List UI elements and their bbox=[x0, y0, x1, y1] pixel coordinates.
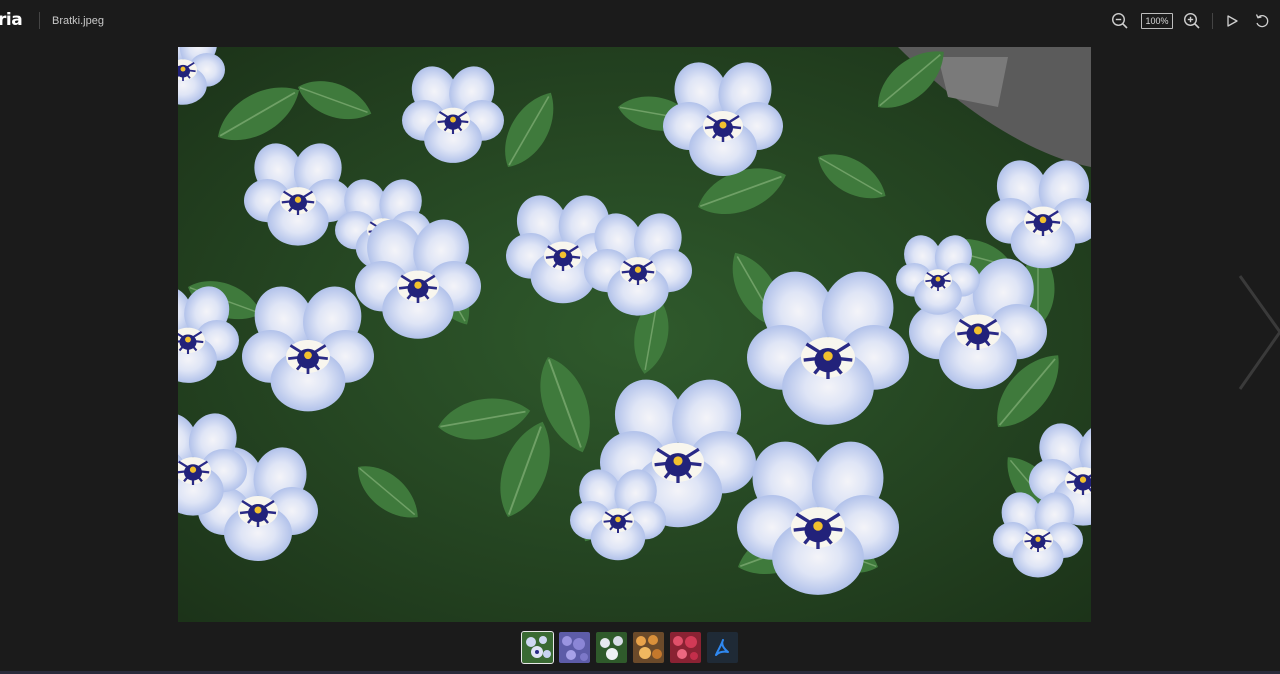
chevron-right-icon bbox=[1238, 275, 1280, 390]
thumbnail-1[interactable] bbox=[521, 631, 554, 664]
top-bar: ria Bratki.jpeg 100% bbox=[0, 0, 1280, 42]
thumbnail-white-flowers-image bbox=[596, 632, 627, 663]
thumbnail-2[interactable] bbox=[559, 632, 590, 663]
zoom-in-icon bbox=[1183, 12, 1200, 29]
play-icon bbox=[1227, 15, 1238, 27]
thumbnail-pansy-image bbox=[522, 632, 553, 663]
next-image-button[interactable] bbox=[1230, 270, 1280, 395]
thumbnail-pdf[interactable] bbox=[707, 632, 738, 663]
pdf-icon bbox=[714, 638, 729, 656]
app-logo[interactable]: ria bbox=[0, 10, 23, 30]
main-photo bbox=[178, 47, 1091, 622]
rotate-button[interactable] bbox=[1251, 10, 1273, 32]
thumbnail-purple-flowers-image bbox=[559, 632, 590, 663]
thumbnail-orange-flowers-image bbox=[633, 632, 664, 663]
thumbnail-5[interactable] bbox=[670, 632, 701, 663]
pansy-photo-image bbox=[178, 47, 1091, 622]
zoom-out-icon bbox=[1111, 12, 1128, 29]
zoom-in-button[interactable] bbox=[1181, 10, 1203, 32]
zoom-level[interactable]: 100% bbox=[1141, 13, 1173, 29]
slideshow-button[interactable] bbox=[1221, 10, 1243, 32]
thumbnail-3[interactable] bbox=[596, 632, 627, 663]
divider bbox=[39, 12, 40, 29]
toolbar-divider bbox=[1212, 13, 1213, 29]
thumbnail-red-flowers-image bbox=[670, 632, 701, 663]
zoom-out-button[interactable] bbox=[1109, 10, 1131, 32]
file-name: Bratki.jpeg bbox=[52, 15, 104, 27]
thumbnail-4[interactable] bbox=[633, 632, 664, 663]
rotate-icon bbox=[1255, 14, 1269, 28]
